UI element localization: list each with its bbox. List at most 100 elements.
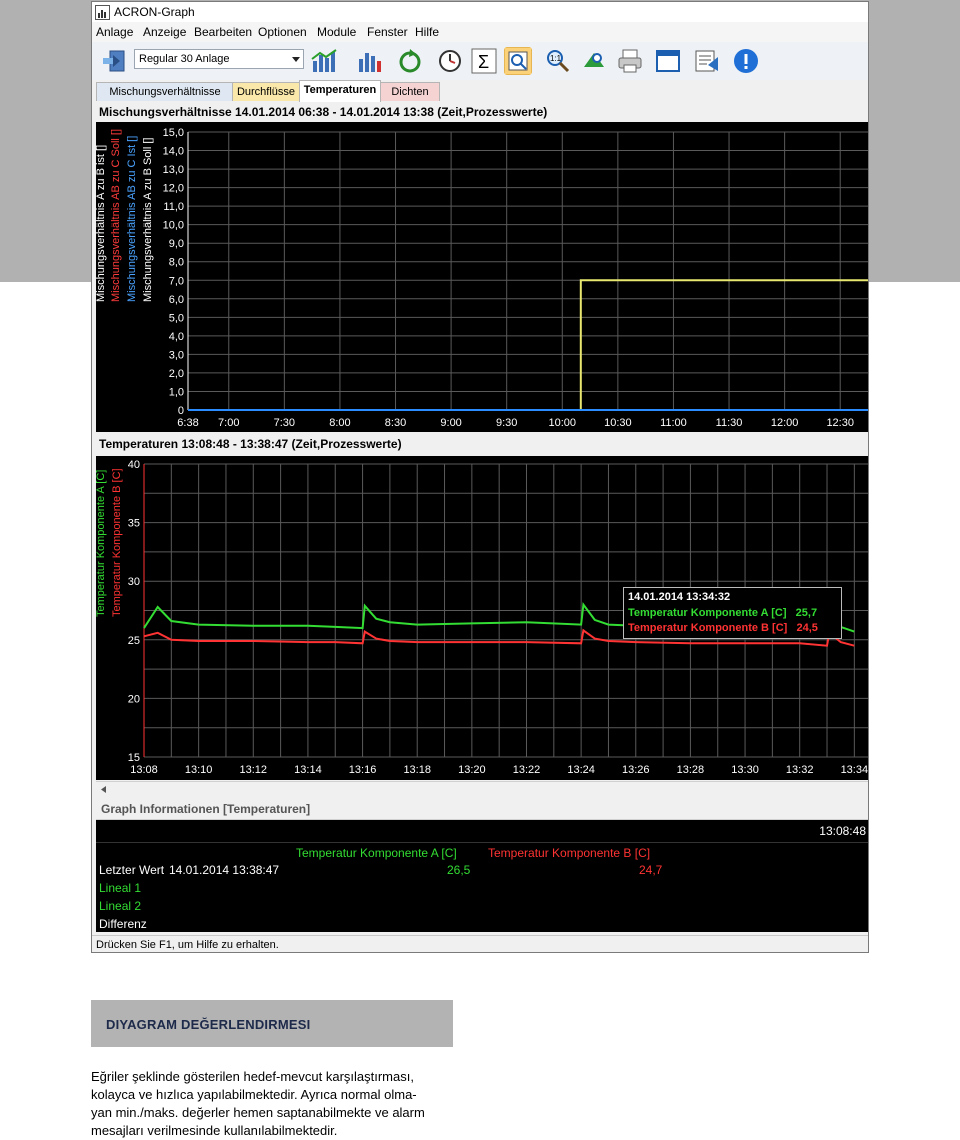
zoom-in-icon[interactable] bbox=[580, 47, 608, 75]
scroll-left-icon[interactable] bbox=[98, 782, 110, 797]
chart2-x-tick: 13:32 bbox=[786, 764, 814, 776]
tooltip: 14.01.2014 13:34:32 Temperatur Komponent… bbox=[623, 587, 842, 639]
chart1-x-tick: 11:00 bbox=[660, 417, 687, 429]
menu-hilfe[interactable]: Hilfe bbox=[415, 25, 439, 39]
chart2-y-tick: 20 bbox=[128, 693, 140, 705]
chart2-x-tick: 13:34 bbox=[841, 764, 868, 776]
chart1-y-tick: 15,0 bbox=[163, 127, 184, 139]
chart2-x-tick: 13:22 bbox=[513, 764, 541, 776]
chart1-y-tick: 7,0 bbox=[169, 275, 184, 287]
info-col-b: Temperatur Komponente B [C] bbox=[488, 846, 651, 860]
graph-info-panel: Graph Informationen [Temperaturen] 13:08… bbox=[96, 798, 868, 932]
chart1-y-tick: 2,0 bbox=[169, 368, 184, 380]
chart1-axis-label: Mischungsverhältnis AB zu C Soll [] bbox=[110, 129, 122, 302]
chart2-x-tick: 13:20 bbox=[458, 764, 486, 776]
chart1-axis-label: Mischungsverhältnis AB zu C Ist [] bbox=[126, 136, 138, 302]
tab-durchfluesse[interactable]: Durchflüsse bbox=[232, 82, 300, 101]
info-row-lineal1: Lineal 1 bbox=[99, 881, 142, 895]
chart1-axis-label: Mischungsverhältnis A zu B ist [] bbox=[96, 145, 107, 302]
tab-temperaturen[interactable]: Temperaturen bbox=[299, 80, 381, 102]
tab-mischungsverhaeltnisse[interactable]: Mischungsverhältnisse bbox=[96, 82, 234, 101]
caption-line: Eğriler şeklinde gösterilen hedef-mevcut… bbox=[91, 1069, 414, 1084]
chart2-plot[interactable]: Temperatur Komponente A [C] Temperatur Ko… bbox=[95, 456, 868, 780]
tab-dichten[interactable]: Dichten bbox=[380, 82, 440, 101]
info-time: 13:08:48 bbox=[819, 824, 866, 838]
chart1-y-tick: 14,0 bbox=[163, 146, 184, 158]
chart1-x-tick: 10:00 bbox=[549, 417, 577, 429]
chart1-x-tick: 9:30 bbox=[496, 417, 517, 429]
chart2-axis-label: Temperatur Komponente B [C] bbox=[111, 468, 123, 617]
chart1-y-tick: 5,0 bbox=[169, 312, 184, 324]
chart1-y-tick: 12,0 bbox=[163, 183, 184, 195]
chart2-y-tick: 30 bbox=[128, 576, 140, 588]
info-value-a: 26,5 bbox=[447, 863, 471, 877]
chart2-x-tick: 13:10 bbox=[185, 764, 213, 776]
chart1-y-tick: 13,0 bbox=[163, 164, 184, 176]
refresh-icon[interactable] bbox=[396, 47, 424, 75]
chart2-y-tick: 40 bbox=[128, 459, 140, 471]
menu-bearbeiten[interactable]: Bearbeiten bbox=[194, 25, 252, 39]
chart2-x-tick: 13:26 bbox=[622, 764, 650, 776]
chart1-x-tick: 7:00 bbox=[218, 417, 239, 429]
info-value-b: 24,7 bbox=[639, 863, 663, 877]
chart1-x-tick: 11:30 bbox=[716, 417, 743, 429]
bar-chart-icon[interactable] bbox=[310, 47, 338, 75]
window-icon[interactable] bbox=[654, 47, 682, 75]
window-title: ACRON-Graph bbox=[114, 5, 195, 19]
chart2-x-tick: 13:16 bbox=[349, 764, 377, 776]
tooltip-value-a: Temperatur Komponente A [C] 25,7 bbox=[628, 607, 818, 619]
chart1-x-tick: 7:30 bbox=[274, 417, 295, 429]
svg-text:1:1: 1:1 bbox=[550, 54, 562, 63]
bar-chart-icon-2[interactable] bbox=[356, 47, 384, 75]
zoom-fit-icon[interactable] bbox=[504, 47, 532, 75]
caption-heading-box: DIYAGRAM DEĞERLENDIRMESI bbox=[91, 1000, 453, 1047]
menu-anzeige[interactable]: Anzeige bbox=[143, 25, 186, 39]
app-chart-icon bbox=[95, 5, 110, 20]
chart1-y-tick: 11,0 bbox=[163, 201, 184, 213]
chart1-y-tick: 1,0 bbox=[169, 386, 184, 398]
print-icon[interactable] bbox=[616, 47, 644, 75]
anlage-select[interactable]: Regular 30 Anlage bbox=[134, 49, 304, 69]
chart1-y-tick: 8,0 bbox=[169, 257, 184, 269]
sum-icon[interactable]: Σ bbox=[470, 47, 498, 75]
chart1-x-tick: 12:30 bbox=[826, 417, 854, 429]
zoom-icon[interactable]: 1:1 bbox=[544, 47, 572, 75]
export-icon[interactable] bbox=[692, 47, 720, 75]
info-row-differenz: Differenz bbox=[99, 917, 147, 931]
chart2-x-tick: 13:08 bbox=[130, 764, 158, 776]
chart2-x-tick: 13:18 bbox=[403, 764, 431, 776]
tab-strip: Mischungsverhältnisse Durchflüsse Temper… bbox=[92, 80, 868, 102]
status-bar: Drücken Sie F1, um Hilfe zu erhalten. bbox=[92, 935, 868, 952]
chart2-y-tick: 15 bbox=[128, 752, 140, 764]
chart1-title: Mischungsverhältnisse 14.01.2014 06:38 -… bbox=[96, 104, 868, 122]
chart1-x-tick: 8:30 bbox=[385, 417, 406, 429]
info-row-lineal2: Lineal 2 bbox=[99, 899, 142, 913]
app-window: ACRON-Graph Anlage Anzeige Bearbeiten Op… bbox=[91, 1, 869, 953]
info-icon[interactable] bbox=[732, 47, 760, 75]
menu-anlage[interactable]: Anlage bbox=[96, 25, 133, 39]
tooltip-value-b: Temperatur Komponente B [C] 24,5 bbox=[628, 622, 818, 634]
chart2-x-tick: 13:30 bbox=[731, 764, 759, 776]
chart1-x-tick: 8:00 bbox=[329, 417, 350, 429]
layout-icon[interactable] bbox=[100, 47, 128, 75]
menu-optionen[interactable]: Optionen bbox=[258, 25, 307, 39]
info-col-a: Temperatur Komponente A [C] bbox=[296, 846, 457, 860]
chart1-y-tick: 10,0 bbox=[163, 220, 184, 232]
chart1-x-tick: 10:30 bbox=[604, 417, 632, 429]
clock-icon[interactable] bbox=[436, 47, 464, 75]
chart1-y-tick: 4,0 bbox=[169, 331, 184, 343]
menu-module[interactable]: Module bbox=[317, 25, 356, 39]
caption-heading: DIYAGRAM DEĞERLENDIRMESI bbox=[106, 1017, 311, 1032]
chart2-x-tick: 13:12 bbox=[240, 764, 268, 776]
horizontal-scrollbar[interactable] bbox=[96, 781, 868, 797]
menu-bar: Anlage Anzeige Bearbeiten Optionen Modul… bbox=[92, 22, 868, 42]
menu-fenster[interactable]: Fenster bbox=[367, 25, 408, 39]
chart1-svg: Mischungsverhältnis A zu B ist [] Mischun… bbox=[95, 127, 868, 429]
title-bar: ACRON-Graph bbox=[92, 2, 868, 23]
chart1-y-tick: 0 bbox=[178, 405, 184, 417]
chart1-y-tick: 3,0 bbox=[169, 349, 184, 361]
info-row-letzter-time: 14.01.2014 13:38:47 bbox=[169, 863, 280, 877]
chart1-plot[interactable]: Mischungsverhältnis A zu B ist [] Mischun… bbox=[95, 122, 868, 432]
toolbar: Regular 30 Anlage Σ 1:1 bbox=[92, 42, 868, 81]
chart1-series-line bbox=[188, 279, 868, 411]
